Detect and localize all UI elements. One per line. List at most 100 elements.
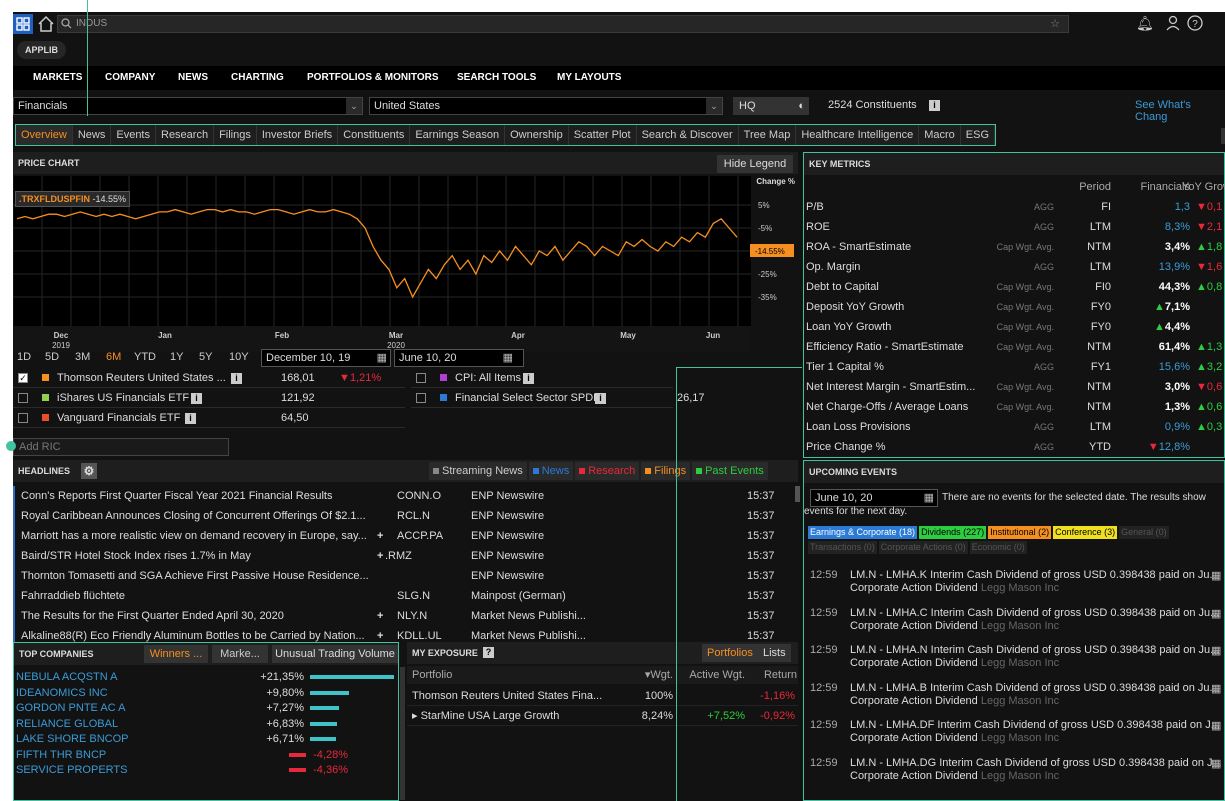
- headline-filter-research[interactable]: Research: [575, 462, 640, 480]
- nav-company[interactable]: COMPANY: [105, 72, 155, 83]
- range-3m[interactable]: 3M: [75, 351, 90, 363]
- event-tag-earnings-corporate[interactable]: Earnings & Corporate (18): [808, 526, 918, 539]
- event-item[interactable]: 12:59 LM.N - LMHA.N Interim Cash Dividend…: [806, 640, 1225, 672]
- calendar-add-icon[interactable]: ▦: [1211, 607, 1221, 620]
- event-tag-institutional[interactable]: Institutional (2): [988, 526, 1052, 539]
- tab-events[interactable]: Events: [111, 125, 156, 145]
- company-row[interactable]: RELIANCE GLOBAL +6,83%: [16, 716, 398, 732]
- range-10y[interactable]: 10Y: [229, 351, 249, 363]
- metric-row[interactable]: Deposit YoY Growth Cap Wgt. Avg. FY0 ▲7,1%: [804, 297, 1225, 317]
- nav-my-layouts[interactable]: MY LAYOUTS: [557, 72, 621, 83]
- tab-ownership[interactable]: Ownership: [505, 125, 569, 145]
- price-chart-svg[interactable]: Change %5%-5%-14.55%-25%-35%Dec2019Jan Fe…: [13, 176, 798, 368]
- calendar-add-icon[interactable]: ▦: [1211, 757, 1221, 770]
- calendar-icon[interactable]: ▦: [377, 350, 387, 366]
- see-whats-changed-link[interactable]: See What's Chang: [1135, 99, 1225, 123]
- tab-top-companies-0[interactable]: Winners ...: [144, 645, 208, 663]
- range-ytd[interactable]: YTD: [134, 351, 156, 363]
- headline-filter-streaming-news[interactable]: Streaming News: [429, 462, 527, 480]
- legend-checkbox[interactable]: ✓: [18, 373, 28, 383]
- help-icon[interactable]: ?: [483, 647, 494, 658]
- range-5d[interactable]: 5D: [45, 351, 59, 363]
- company-row[interactable]: LAKE SHORE BNCOP +6,71%: [16, 731, 398, 747]
- home-icon[interactable]: [37, 15, 55, 33]
- info-icon[interactable]: i: [523, 373, 534, 384]
- event-tag-general[interactable]: General (0): [1119, 526, 1169, 539]
- info-icon[interactable]: i: [595, 393, 606, 404]
- nav-markets[interactable]: MARKETS: [33, 72, 82, 83]
- company-row[interactable]: FIFTH THR BNCP -4,28%: [16, 747, 398, 763]
- headline-row[interactable]: Thornton Tomasetti and SGA Achieve First…: [13, 566, 798, 586]
- event-tag-corporate-actions[interactable]: Corporate Actions (0): [878, 541, 968, 554]
- hq-toggle[interactable]: HQ ◐: [733, 97, 809, 115]
- info-icon[interactable]: i: [185, 413, 196, 424]
- company-row[interactable]: GORDON PNTE AC A +7,27%: [16, 700, 398, 716]
- tab-tree-map[interactable]: Tree Map: [739, 125, 797, 145]
- metric-row[interactable]: Op. Margin AGG LTM 13,9% ▼1,6: [804, 257, 1225, 277]
- gear-icon[interactable]: ⚙: [81, 463, 97, 479]
- event-item[interactable]: 12:59 LM.N - LMHA.C Interim Cash Dividend…: [806, 603, 1225, 635]
- tab-overview[interactable]: Overview: [16, 125, 73, 145]
- calendar-add-icon[interactable]: ▦: [1211, 682, 1221, 695]
- metric-row[interactable]: P/B AGG FI 1,3 ▼0,1: [804, 197, 1225, 217]
- tab-news[interactable]: News: [73, 125, 112, 145]
- headline-ric[interactable]: CONN.O: [397, 486, 441, 506]
- headline-ric[interactable]: ACCP.PA: [397, 526, 443, 546]
- legend-checkbox[interactable]: [416, 393, 426, 403]
- headline-row[interactable]: Marriott has a more realistic view on de…: [13, 526, 798, 546]
- col-active-wgt[interactable]: Active Wgt.: [677, 666, 745, 684]
- range-6m[interactable]: 6M: [106, 351, 121, 363]
- col-period[interactable]: Period: [1059, 177, 1111, 197]
- metric-row[interactable]: Efficiency Ratio - SmartEstimate Cap Wgt.…: [804, 337, 1225, 357]
- date-to-input[interactable]: June 10, 20 ▦: [394, 349, 524, 367]
- add-ric-input[interactable]: Add RIC: [13, 438, 229, 456]
- tab-overflow-button[interactable]: [1221, 128, 1225, 144]
- scrollbar[interactable]: [400, 667, 405, 800]
- metric-row[interactable]: ROE AGG LTM 8,3% ▼2,1: [804, 217, 1225, 237]
- event-item[interactable]: 12:59 LM.N - LMHA.DG Interim Cash Dividen…: [806, 753, 1225, 785]
- headline-ric[interactable]: NLY.N: [397, 606, 427, 626]
- nav-charting[interactable]: CHARTING: [231, 72, 284, 83]
- company-row[interactable]: SERVICE PROPERTS -4,36%: [16, 762, 398, 778]
- headline-row[interactable]: Royal Caribbean Announces Closing of Con…: [13, 506, 798, 526]
- info-icon[interactable]: i: [929, 100, 940, 111]
- applib-button[interactable]: APPLIB: [17, 41, 67, 59]
- metric-row[interactable]: Tier 1 Capital % AGG FY1 15,6% ▲3,2: [804, 357, 1225, 377]
- calendar-icon[interactable]: ▦: [503, 350, 513, 366]
- event-tag-dividends[interactable]: Dividends (227): [919, 526, 987, 539]
- info-icon[interactable]: i: [231, 373, 242, 384]
- headline-row[interactable]: The Results for the First Quarter Ended …: [13, 606, 798, 626]
- tab-scatter-plot[interactable]: Scatter Plot: [569, 125, 637, 145]
- tab-lists[interactable]: Lists: [758, 644, 791, 662]
- metric-row[interactable]: Loan YoY Growth Cap Wgt. Avg. FY0 ▲4,4%: [804, 317, 1225, 337]
- metric-row[interactable]: Debt to Capital Cap Wgt. Avg. FI0 44,3% ▲0,8: [804, 277, 1225, 297]
- calendar-add-icon[interactable]: ▦: [1211, 644, 1221, 657]
- tab-macro[interactable]: Macro: [919, 125, 961, 145]
- legend-row[interactable]: iShares US Financials ETF i 121,92: [13, 388, 405, 408]
- range-5y[interactable]: 5Y: [199, 351, 212, 363]
- tab-healthcare-intelligence[interactable]: Healthcare Intelligence: [796, 125, 920, 145]
- event-item[interactable]: 12:59 LM.N - LMHA.B Interim Cash Dividend…: [806, 678, 1225, 710]
- event-item[interactable]: 12:59 LM.N - LMHA.K Interim Cash Dividend…: [806, 565, 1225, 597]
- metric-row[interactable]: ROA - SmartEstimate Cap Wgt. Avg. NTM 3,4% ▲…: [804, 237, 1225, 257]
- legend-checkbox[interactable]: [416, 373, 426, 383]
- help-icon[interactable]: ?: [1187, 15, 1203, 34]
- legend-row[interactable]: Financial Select Sector SPDR i 26,17: [411, 388, 705, 408]
- tab-filings[interactable]: Filings: [214, 125, 257, 145]
- date-from-input[interactable]: December 10, 19 ▦: [261, 349, 391, 367]
- col-yoy-growth[interactable]: YoY Growt: [1174, 177, 1225, 197]
- tab-research[interactable]: Research: [156, 125, 215, 145]
- col-return[interactable]: Return: [747, 666, 797, 684]
- nav-search-tools[interactable]: SEARCH TOOLS: [457, 72, 536, 83]
- sector-select[interactable]: Financials ⌄: [13, 97, 363, 115]
- user-icon[interactable]: [1166, 15, 1180, 34]
- legend-row[interactable]: ✓ Thomson Reuters United States ... i 168,0…: [13, 368, 405, 388]
- legend-checkbox[interactable]: [18, 393, 28, 403]
- metric-row[interactable]: Net Interest Margin - SmartEstim... Cap W…: [804, 377, 1225, 397]
- range-1y[interactable]: 1Y: [170, 351, 183, 363]
- legend-row[interactable]: Vanguard Financials ETF i 64,50: [13, 408, 405, 428]
- headline-row[interactable]: Conn's Reports First Quarter Fiscal Year…: [13, 486, 798, 506]
- hide-legend-button[interactable]: Hide Legend: [717, 155, 793, 173]
- metric-row[interactable]: Net Charge-Offs / Average Loans Cap Wgt. …: [804, 397, 1225, 417]
- tab-top-companies-1[interactable]: Marke...: [212, 645, 268, 663]
